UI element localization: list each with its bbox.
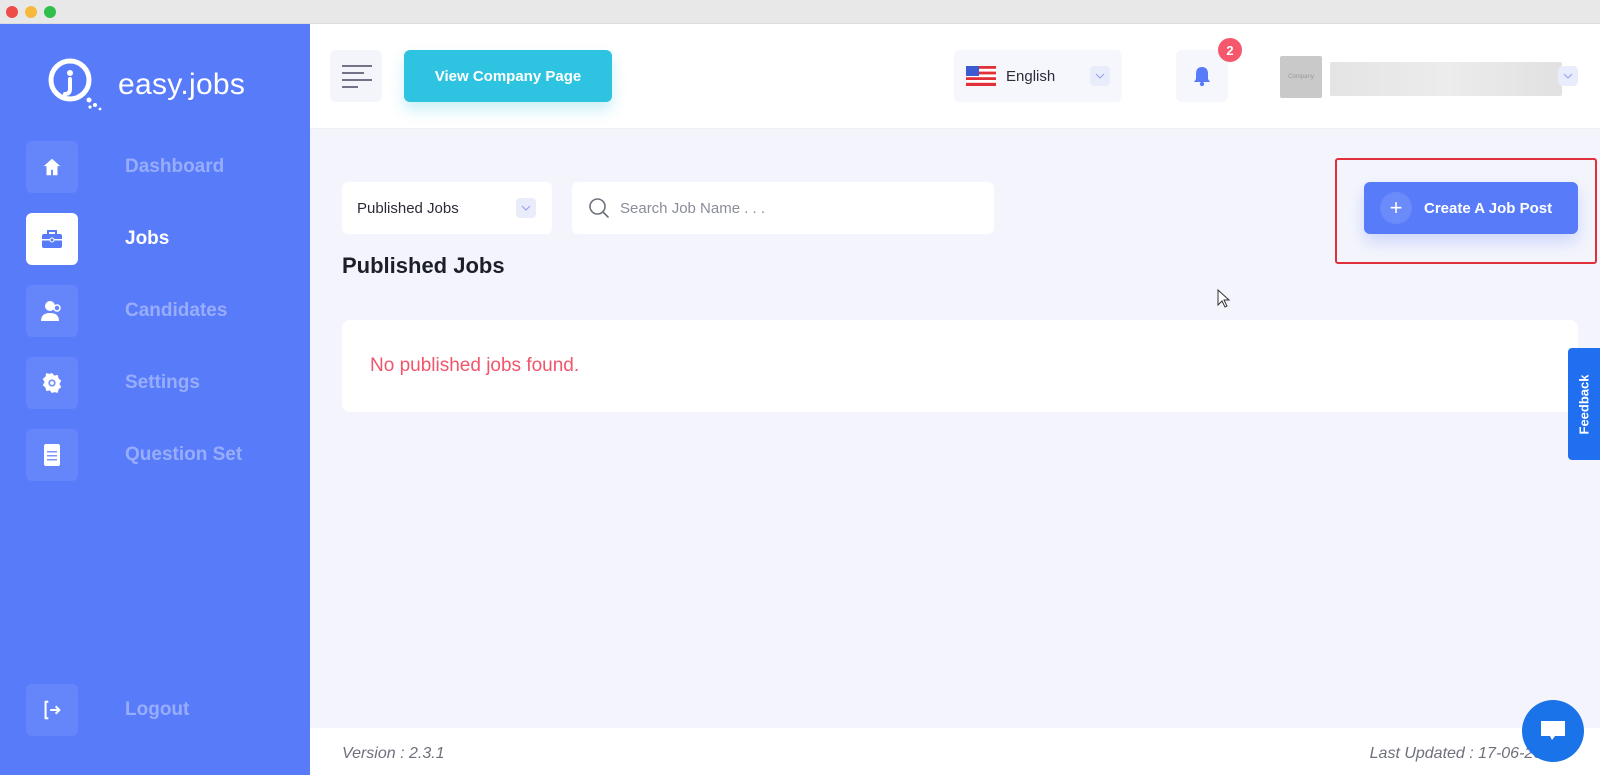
create-job-post-label: Create A Job Post bbox=[1424, 199, 1553, 217]
job-status-filter-value: Published Jobs bbox=[357, 199, 459, 217]
version-text: Version : 2.3.1 bbox=[342, 745, 445, 762]
nav-icon-box bbox=[26, 285, 78, 337]
brand-name: easy.jobs bbox=[118, 68, 246, 101]
brand-logo[interactable]: easy.jobs bbox=[46, 56, 245, 114]
sidebar-item-logout[interactable]: Logout bbox=[26, 684, 189, 736]
language-label: English bbox=[1006, 67, 1056, 85]
create-job-post-button[interactable]: + Create A Job Post bbox=[1364, 182, 1578, 234]
footer: Version : 2.3.1 Last Updated : 17-06-202… bbox=[310, 728, 1600, 775]
menu-toggle-button[interactable] bbox=[330, 50, 382, 102]
easyjobs-logo-icon bbox=[48, 58, 102, 111]
search-icon bbox=[589, 198, 609, 218]
sidebar-item-label: Candidates bbox=[125, 300, 228, 321]
document-icon bbox=[44, 444, 60, 466]
minimize-window-button[interactable] bbox=[25, 6, 37, 18]
sidebar-item-settings[interactable]: Settings bbox=[26, 357, 200, 409]
close-window-button[interactable] bbox=[6, 6, 18, 18]
chevron-down-icon bbox=[1090, 66, 1110, 86]
language-select[interactable]: English bbox=[954, 50, 1122, 102]
jobs-list-empty-state: No published jobs found. bbox=[342, 320, 1578, 412]
gear-icon bbox=[42, 372, 62, 394]
empty-state-message: No published jobs found. bbox=[370, 355, 580, 376]
sidebar-item-label: Question Set bbox=[125, 444, 243, 465]
menu-line bbox=[342, 78, 372, 81]
feedback-label: Feedback bbox=[1576, 374, 1592, 434]
menu-line bbox=[342, 85, 358, 88]
nav-icon-box bbox=[26, 684, 78, 736]
chat-bubble-icon bbox=[1541, 721, 1565, 740]
search-input[interactable] bbox=[620, 199, 960, 217]
menu-line bbox=[342, 71, 364, 74]
bell-icon bbox=[1194, 67, 1210, 87]
notification-count-badge: 2 bbox=[1218, 38, 1242, 62]
users-icon bbox=[41, 301, 61, 321]
nav-icon-box bbox=[26, 357, 78, 409]
sidebar-item-label: Logout bbox=[125, 699, 190, 720]
logout-icon bbox=[44, 700, 61, 720]
sidebar-item-label: Settings bbox=[125, 372, 200, 393]
plus-icon: + bbox=[1380, 192, 1412, 224]
avatar[interactable]: Company bbox=[1280, 56, 1322, 98]
window-titlebar bbox=[0, 0, 1600, 24]
briefcase-icon bbox=[42, 230, 62, 248]
sidebar-item-label: Dashboard bbox=[125, 156, 225, 177]
nav-icon-box bbox=[26, 429, 78, 481]
job-status-filter-select[interactable]: Published Jobs bbox=[342, 182, 552, 234]
mouse-cursor-icon bbox=[1217, 289, 1231, 308]
sidebar-item-dashboard[interactable]: Dashboard bbox=[26, 141, 224, 193]
menu-line bbox=[342, 64, 372, 67]
sidebar: easy.jobs Dashboard Jobs Candidates Sett… bbox=[0, 24, 310, 775]
nav-icon-box bbox=[26, 213, 78, 265]
view-company-page-button[interactable]: View Company Page bbox=[404, 50, 612, 102]
sidebar-item-question-set[interactable]: Question Set bbox=[26, 429, 242, 481]
home-icon bbox=[43, 158, 61, 176]
user-menu-chevron-down-icon[interactable] bbox=[1558, 66, 1578, 86]
user-name-redacted[interactable] bbox=[1330, 62, 1562, 96]
top-header: View Company Page English 2 Company bbox=[310, 24, 1600, 129]
feedback-tab[interactable]: Feedback bbox=[1568, 348, 1600, 460]
nav-icon-box bbox=[26, 141, 78, 193]
maximize-window-button[interactable] bbox=[44, 6, 56, 18]
sidebar-item-label: Jobs bbox=[125, 228, 170, 249]
job-search-box bbox=[572, 182, 994, 234]
us-flag-icon bbox=[966, 66, 996, 86]
sidebar-item-jobs[interactable]: Jobs bbox=[26, 213, 169, 265]
sidebar-item-candidates[interactable]: Candidates bbox=[26, 285, 227, 337]
chevron-down-icon bbox=[516, 198, 536, 218]
page-title: Published Jobs bbox=[342, 253, 505, 278]
chat-launcher-button[interactable] bbox=[1522, 700, 1584, 762]
